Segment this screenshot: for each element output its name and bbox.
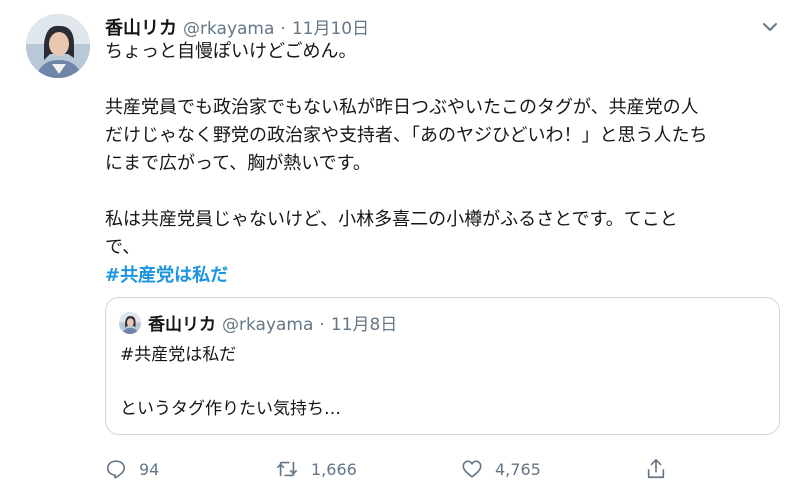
retweet-count: 1,666 [311,459,357,479]
retweet-icon [275,458,299,480]
chevron-down-icon[interactable] [760,20,780,36]
quoted-avatar[interactable] [119,312,141,334]
action-bar: 94 1,666 4,765 [105,456,685,482]
hashtag-link[interactable]: #共産党は私だ [105,262,745,290]
like-count: 4,765 [495,459,541,479]
reply-icon [105,458,127,480]
quoted-text-line: というタグ作りたい気持ち… [120,399,341,419]
quoted-author-handle: @rkayama [222,315,314,335]
tweet-text: ちょっと自慢ぽいけどごめん。 共産党員でも政治家でもない私が昨日つぶやいたこのタ… [105,38,745,290]
like-button[interactable]: 4,765 [461,456,541,482]
share-button[interactable] [645,456,667,482]
quoted-date: 11月8日 [330,315,398,335]
quoted-tweet[interactable]: 香山リカ @rkayama · 11月8日 #共産党は私だ というタグ作りたい気… [105,297,780,435]
separator-dot: · [319,315,325,335]
tweet: 香山リカ @rkayama · 11月10日 ちょっと自慢ぽいけどごめん。 共産… [0,0,799,495]
separator-dot: · [280,19,286,39]
avatar[interactable] [26,14,90,78]
quoted-text: #共産党は私だ というタグ作りたい気持ち… [120,342,341,423]
quoted-author-name: 香山リカ [148,315,216,335]
retweet-button[interactable]: 1,666 [275,456,357,482]
quoted-header: 香山リカ @rkayama · 11月8日 [148,310,397,335]
heart-icon [461,458,483,480]
tweet-header: 香山リカ @rkayama · 11月10日 [105,14,369,40]
quoted-text-line: #共産党は私だ [120,345,237,365]
reply-count: 94 [139,459,160,479]
tweet-text-line: ちょっと自慢ぽいけどごめん。 [105,41,357,62]
tweet-text-line: にまで広がって、胸が熱いです。 [105,153,371,174]
tweet-text-line: だけじゃなく野党の政治家や支持者、「あのヤジひどいわ！」と思う人たち [105,125,708,146]
reply-button[interactable]: 94 [105,456,159,482]
tweet-text-line: で、 [105,237,141,258]
tweet-text-line: 私は共産党員じゃないけど、小林多喜二の小樽がふるさとです。てこと [105,209,678,230]
author-name[interactable]: 香山リカ [105,14,177,40]
tweet-date[interactable]: 11月10日 [292,14,369,39]
author-handle[interactable]: @rkayama [183,19,274,39]
share-icon [645,457,667,481]
tweet-text-line: 共産党員でも政治家でもない私が昨日つぶやいたこのタグが、共産党の人 [105,97,699,118]
